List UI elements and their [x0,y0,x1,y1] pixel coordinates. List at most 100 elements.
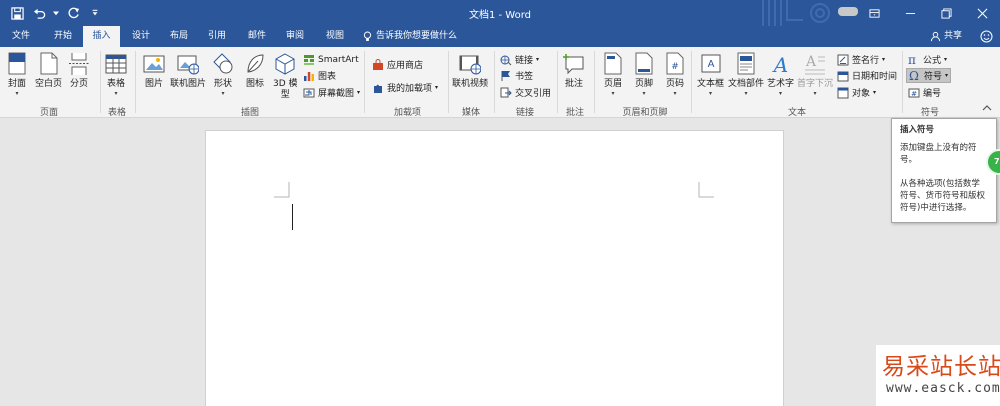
tab-home[interactable]: 开始 [46,26,80,47]
person-icon [930,31,941,42]
chevron-down-icon: ▾ [435,84,439,91]
group-separator [902,51,903,113]
share-button[interactable]: 共享 [930,26,962,47]
group-label-media: 媒体 [461,108,480,118]
store-label: 应用商店 [387,61,424,71]
text-cursor [292,204,293,230]
page-number-icon: # [666,52,684,75]
group-label-pages: 页面 [39,108,58,118]
equation-button[interactable]: π 公式 ▾ [908,52,947,67]
tell-me-placeholder: 告诉我你想要做什么 [376,31,458,41]
quick-parts-icon [737,52,755,75]
3d-models-label-line2: 型 [280,90,290,100]
blank-page-label: 空白页 [35,79,63,89]
footer-button[interactable]: 页脚 ▾ [633,52,655,97]
cross-reference-button[interactable]: 交叉引用 [500,85,551,100]
smartart-icon [304,54,314,65]
feedback-smiley-icon[interactable] [980,30,993,43]
store-bag-icon [373,58,383,70]
online-picture-button[interactable]: 联机图片 [170,52,206,90]
svg-text:A: A [771,53,787,76]
tab-view[interactable]: 视图 [318,26,352,47]
page-break-icon [69,53,89,75]
margin-corner-mark [698,182,714,198]
symbol-button[interactable]: Ω 符号 ▾ [906,68,952,83]
smartart-label: SmartArt [318,54,359,65]
chevron-down-icon: ▾ [357,89,361,96]
minimize-icon[interactable] [892,0,928,26]
table-button[interactable]: 表格 ▾ [105,52,127,97]
ribbon-display-options-icon[interactable] [856,0,892,26]
blank-page-icon [40,52,57,75]
online-video-button[interactable]: 联机视频 [452,52,488,90]
footer-icon [635,52,653,75]
group-separator [691,51,692,113]
date-time-button[interactable]: 日期和时间 [837,68,897,83]
collapse-ribbon-icon[interactable] [982,104,992,112]
store-button[interactable]: 应用商店 [372,57,423,72]
object-label: 对象 [852,89,871,99]
group-label-text: 文本 [787,108,806,118]
picture-label: 图片 [144,79,163,89]
numbering-button[interactable]: # 编号 [908,85,941,100]
chevron-down-icon: ▾ [882,56,886,63]
table-icon [105,54,127,74]
link-label: 链接 [515,56,534,66]
blank-page-button[interactable]: 空白页 [35,52,62,90]
tab-layout[interactable]: 布局 [162,26,196,47]
cross-reference-icon [500,87,512,97]
symbol-label: 符号 [924,72,943,82]
chevron-down-icon: ▾ [944,56,948,63]
wordart-button[interactable]: A 艺术字 ▾ [767,52,794,97]
close-icon[interactable] [964,0,1000,26]
signature-line-label: 签名行 [852,56,880,66]
page-number-button[interactable]: # 页码 ▾ [664,52,686,97]
icons-icon [247,54,264,73]
tab-design[interactable]: 设计 [124,26,158,47]
icons-button[interactable]: 图标 [244,52,266,90]
comment-icon [563,54,584,75]
tell-me-search[interactable]: 告诉我你想要做什么 [363,26,457,47]
tooltip-text: 号。 [900,155,918,165]
tab-file[interactable]: 文件 [6,26,36,47]
3d-models-button[interactable]: 3D 模 型 [273,52,298,101]
chevron-down-icon: ▾ [744,90,748,97]
watermark-url-text: www.easck.com [886,381,1000,396]
tab-mailings[interactable]: 邮件 [240,26,274,47]
new-comment-button[interactable]: 批注 [563,52,585,90]
tab-references[interactable]: 引用 [200,26,234,47]
page-number-label: 页码 [665,79,684,89]
screenshot-button[interactable]: 屏幕截图 ▾ [303,85,360,100]
chevron-down-icon: ▾ [813,90,817,97]
user-account-avatar[interactable] [838,7,858,16]
document-page[interactable] [205,130,784,406]
shapes-button[interactable]: 形状 ▾ [212,52,234,97]
online-video-label: 联机视频 [452,79,489,89]
chevron-down-icon: ▾ [15,90,19,97]
picture-button[interactable]: 图片 [143,52,165,90]
chart-button[interactable]: 图表 [303,68,336,83]
shapes-icon [213,53,233,74]
quick-parts-button[interactable]: 文档部件 ▾ [728,52,764,97]
signature-line-button[interactable]: 签名行 ▾ [837,52,885,67]
tab-review[interactable]: 审阅 [278,26,312,47]
smartart-button[interactable]: SmartArt [303,52,359,67]
page-break-button[interactable]: 分页 [68,52,90,90]
group-separator [135,51,136,113]
chevron-down-icon: ▾ [945,72,949,79]
window-controls [856,0,1000,26]
title-bar: 文档1 - Word [0,0,1000,26]
textbox-button[interactable]: A 文本框 ▾ [697,52,724,97]
tab-insert[interactable]: 插入 [83,26,120,47]
quick-parts-label: 文档部件 [728,79,765,89]
restore-icon[interactable] [928,0,964,26]
my-addins-button[interactable]: 我的加载项 ▾ [372,80,438,95]
bookmark-button[interactable]: 书签 [500,68,533,83]
cover-page-button[interactable]: 封面 ▾ [6,52,28,97]
group-label-tables: 表格 [107,108,126,118]
object-button[interactable]: 对象 ▾ [837,85,876,100]
equation-label: 公式 [923,56,942,66]
link-button[interactable]: 链接 ▾ [500,52,539,67]
dropcap-button[interactable]: A 首字下沉 ▾ [797,52,833,97]
header-button[interactable]: 页眉 ▾ [602,52,624,97]
